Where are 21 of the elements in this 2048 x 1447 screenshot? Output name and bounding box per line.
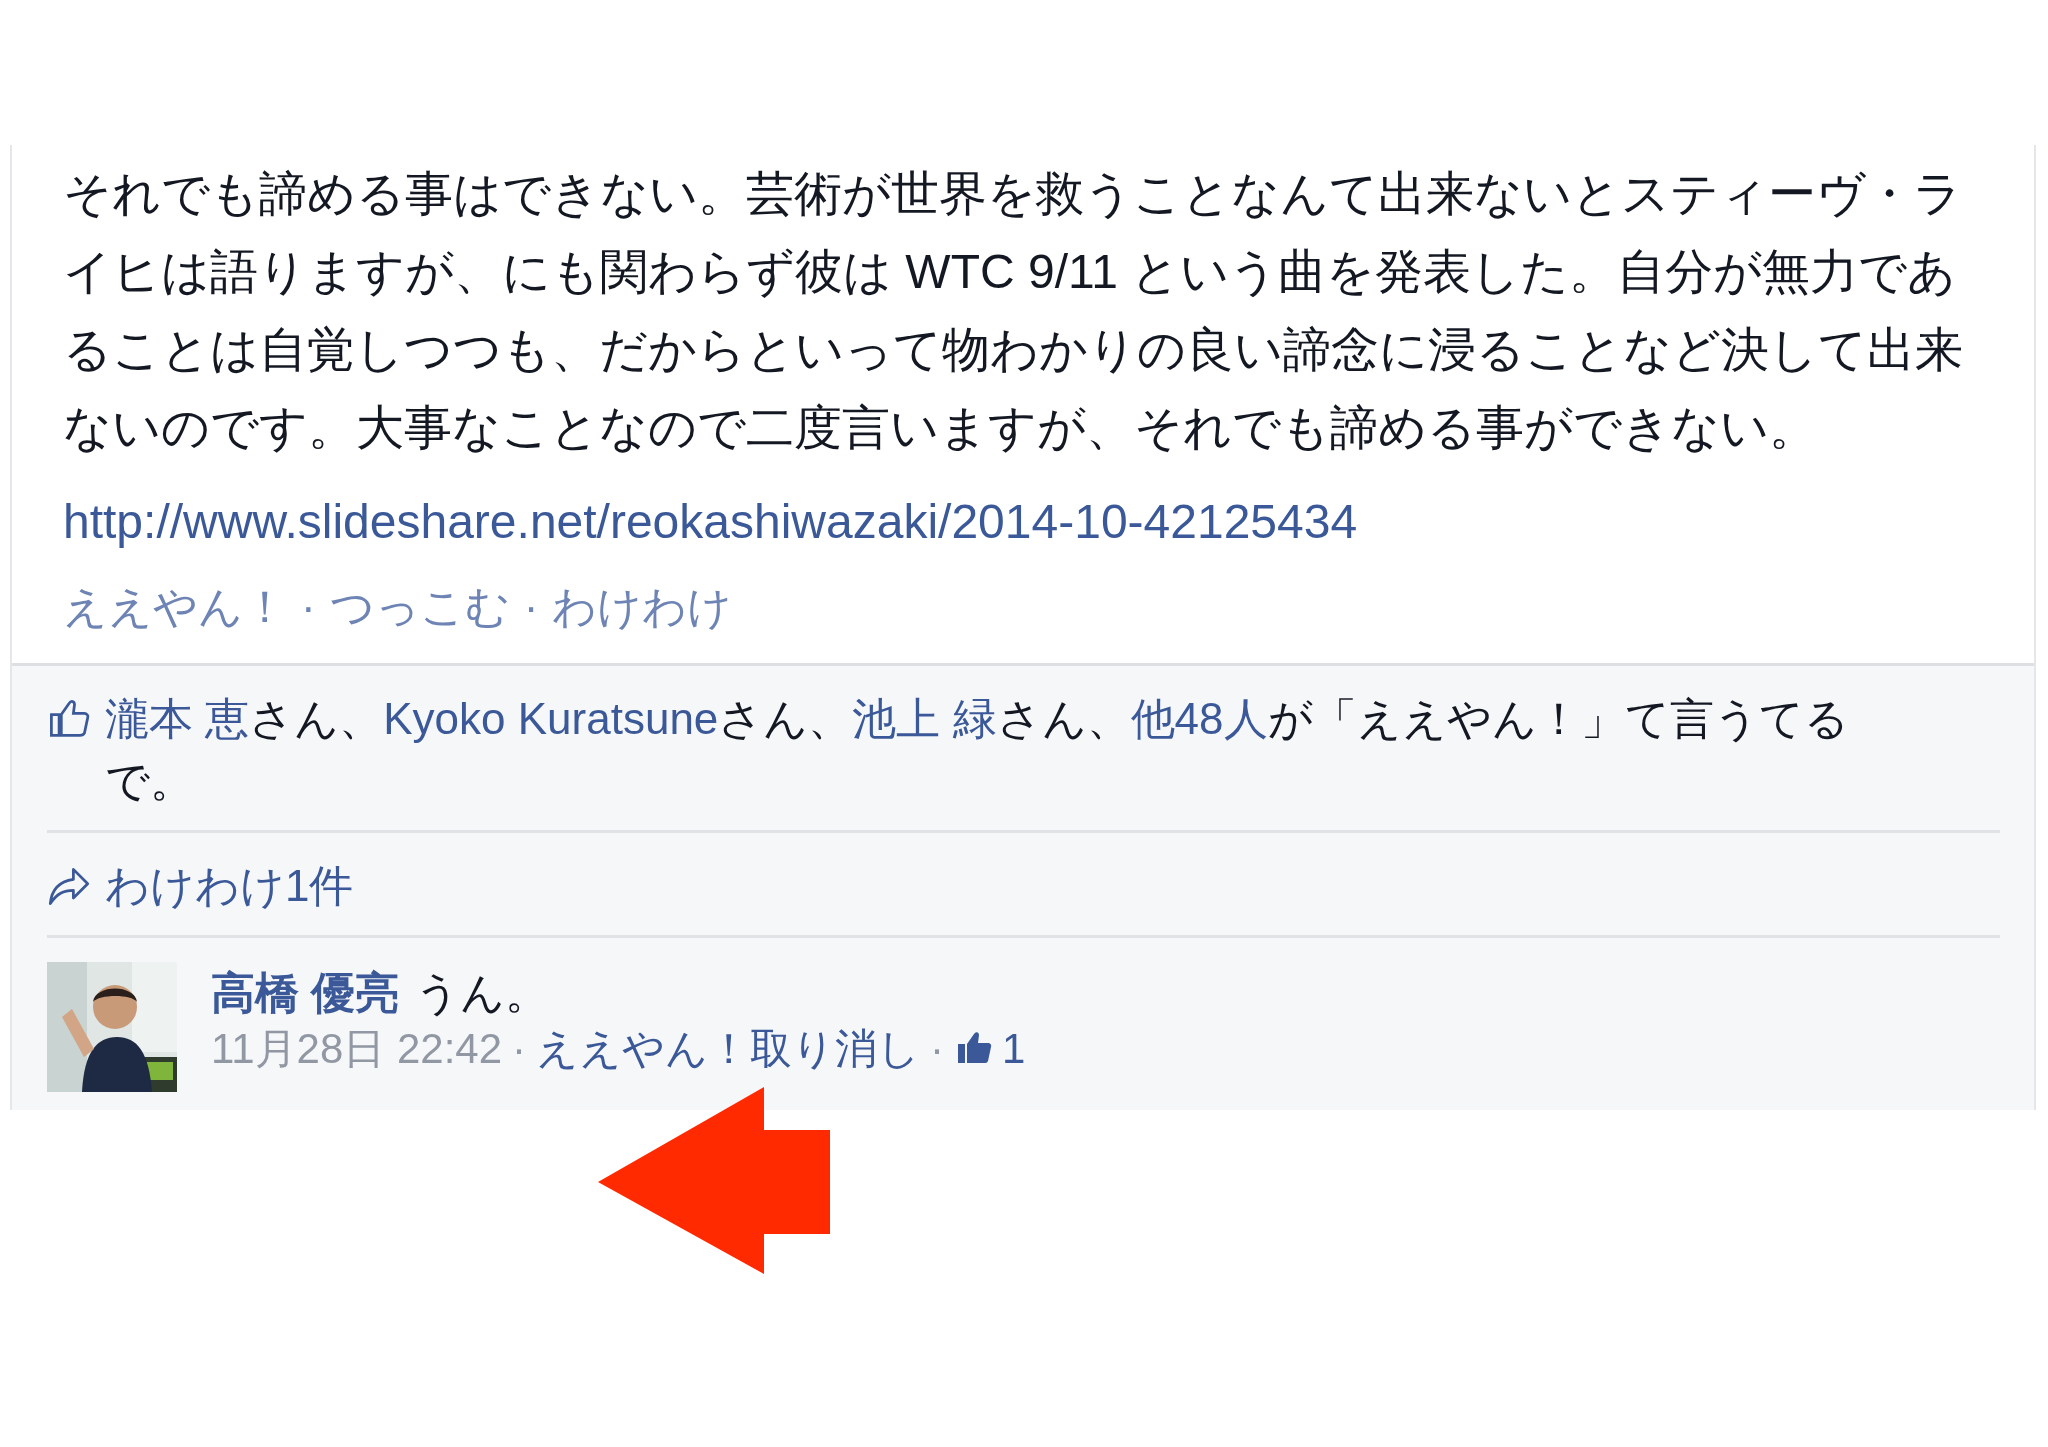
likes-sentence: 瀧本 恵さん、Kyoko Kuratsuneさん、池上 緑さん、他48人が「ええやん！」て言うてるで。	[105, 693, 1850, 807]
separator-dot: ·	[930, 1024, 945, 1074]
post-action-link[interactable]: ええやん！	[63, 577, 287, 637]
like-count: 1	[1002, 1024, 1026, 1074]
comment-time: 11月28日 22:42	[211, 1024, 503, 1074]
person-link[interactable]: 瀧本 恵	[105, 694, 250, 743]
post-text: それでも諦める事はできない。芸術が世界を救うことなんて出来ないとスティーヴ・ライヒは語りますが、にも関わらず彼は WTC 9/11 という曲を発表した。自分が無力であることは自覚しつつも、だからといって物わかりの良い諦念に浸ることなど決して出来ないのです。大事なことなので二度言いますが、それでも諦める事ができない。	[63, 166, 1963, 456]
person-link[interactable]: 他48人	[1130, 694, 1268, 743]
separator-dot: ·	[523, 581, 539, 633]
shares-link[interactable]: わけわけ1件	[105, 855, 354, 917]
post-action-link[interactable]: つっこむ	[329, 577, 510, 637]
separator-dot: ·	[512, 1024, 527, 1074]
post-link[interactable]: http://www.slideshare.net/reokashiwazaki/2014-10-42125434	[63, 489, 1358, 555]
separator-dot: ·	[301, 581, 316, 633]
like-count-link[interactable]: 1	[954, 1020, 1026, 1078]
person-link[interactable]: 池上 緑	[852, 694, 997, 743]
person-link[interactable]: Kyoko Kuratsune	[383, 694, 719, 743]
comment-action-link[interactable]: ええやん！取り消し	[536, 1020, 921, 1078]
comment-author[interactable]: 高橋 優亮	[211, 966, 400, 1020]
comment-text: うん。	[415, 967, 550, 1019]
post-action-link[interactable]: わけわけ	[552, 577, 733, 637]
